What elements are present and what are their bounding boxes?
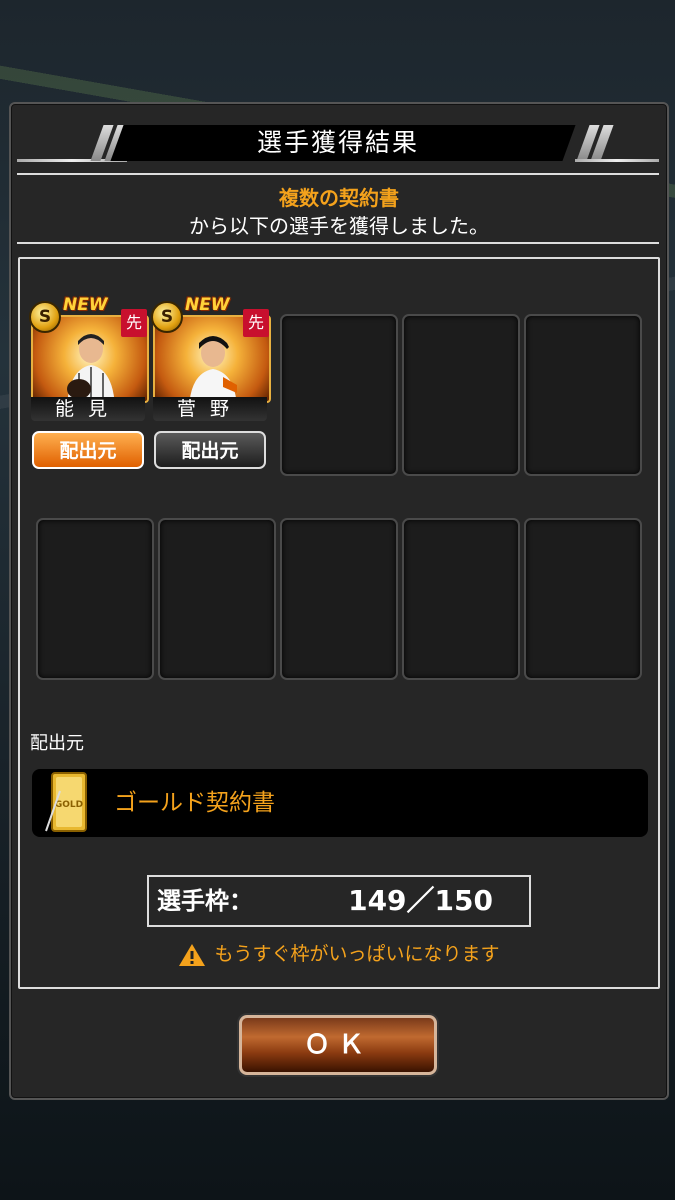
player-grid: S NEW 先 能見 配出元 S NEW 先 菅野 配出元 配出元 GOLD ゴ… (18, 257, 660, 989)
player-name: 能見 (31, 397, 145, 421)
title-bar: 選手獲得結果 (17, 123, 659, 163)
player-slots-value: 149／150 (348, 884, 493, 917)
dialog-title: 選手獲得結果 (256, 128, 419, 157)
new-label: NEW (63, 295, 108, 315)
divider (17, 242, 659, 244)
player-name: 菅野 (153, 397, 267, 421)
rank-badge: S (151, 301, 183, 333)
empty-slot (158, 518, 276, 680)
source-button[interactable]: 配出元 (154, 431, 266, 469)
source-name: 複数の契約書 (279, 186, 399, 210)
svg-text:GOLD: GOLD (55, 800, 83, 810)
empty-slot (524, 518, 642, 680)
result-dialog: 選手獲得結果 複数の契約書 から以下の選手を獲得しました。 S NEW 先 能見… (9, 102, 669, 1100)
source-section-label: 配出元 (30, 733, 84, 754)
empty-slot (36, 518, 154, 680)
empty-slot (524, 314, 642, 476)
player-image (189, 336, 237, 401)
source-item-row[interactable]: GOLD ゴールド契約書 (32, 769, 648, 837)
player-card[interactable]: S NEW 先 菅野 (151, 295, 271, 421)
position-tag: 先 (243, 309, 269, 337)
gold-contract-icon: GOLD (45, 772, 87, 832)
rank-badge: S (29, 301, 61, 333)
player-slots-box: 選手枠： 149／150 (147, 875, 531, 927)
empty-slot (280, 314, 398, 476)
source-button[interactable]: 配出元 (32, 431, 144, 469)
empty-slot (402, 314, 520, 476)
ok-button[interactable]: ＯＫ (239, 1015, 437, 1075)
acquired-message: から以下の選手を獲得しました。 (189, 214, 489, 238)
player-card[interactable]: S NEW 先 能見 (29, 295, 149, 421)
warning-icon (179, 943, 206, 966)
empty-slot (402, 518, 520, 680)
warning-text: もうすぐ枠がいっぱいになります (214, 943, 500, 965)
new-label: NEW (185, 295, 230, 315)
empty-slot (280, 518, 398, 680)
divider (17, 173, 659, 175)
player-slots-label: 選手枠： (157, 887, 253, 915)
source-item-name: ゴールド契約書 (114, 790, 275, 816)
position-tag: 先 (121, 309, 147, 337)
warning-message: もうすぐ枠がいっぱいになります (20, 939, 658, 967)
player-image (67, 334, 115, 401)
